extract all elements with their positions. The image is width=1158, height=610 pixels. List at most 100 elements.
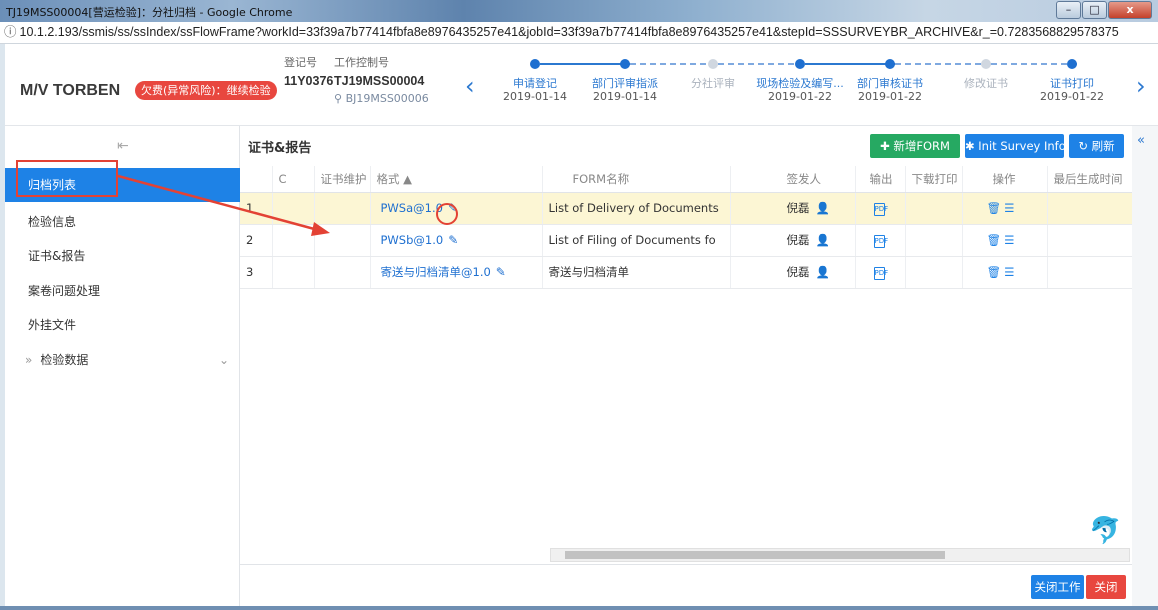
close-window-button[interactable]: x bbox=[1108, 1, 1152, 19]
format-link[interactable]: PWSb@1.0 bbox=[381, 233, 444, 247]
url-text[interactable]: 10.1.2.193/ssmis/ss/ssIndex/ssFlowFrame?… bbox=[20, 25, 1119, 39]
step-dot[interactable] bbox=[530, 59, 540, 69]
step-dot[interactable] bbox=[981, 59, 991, 69]
ops-cell: 🗑☰ bbox=[962, 224, 1048, 257]
main-content: 证书&报告 ✚ 新增FORM ✱ Init Survey Info ↻ 刷新 C… bbox=[240, 126, 1133, 606]
sidebar-item-inspection-data[interactable]: » 检验数据 ⌄ bbox=[5, 343, 240, 377]
link-icon: ⚲ bbox=[334, 92, 346, 105]
row-number: 3 bbox=[240, 256, 273, 289]
sidebar-item-cert-report[interactable]: 证书&报告 bbox=[5, 239, 240, 273]
add-user-icon[interactable]: 👤 bbox=[816, 201, 830, 215]
step-dot[interactable] bbox=[885, 59, 895, 69]
job-header: M/V TORBEN 欠费(异常风险)：继续检验 登记号 11Y0376 工作控… bbox=[5, 44, 1158, 126]
output-cell: PDF bbox=[855, 256, 906, 289]
dolphin-icon[interactable]: 🐬 bbox=[1089, 516, 1121, 546]
step-label[interactable]: 证书打印 bbox=[1022, 75, 1122, 91]
col-header-form-name[interactable]: FORM名称 bbox=[542, 166, 731, 193]
step-connector bbox=[805, 63, 895, 65]
step-dot[interactable] bbox=[620, 59, 630, 69]
col-header-ops: 操作 bbox=[962, 166, 1048, 193]
forms-table: C 证书维护 格式 ▲ FORM名称 签发人 输出 下载打印 操作 最后生成时间… bbox=[240, 166, 1133, 289]
job-sub-value: BJ19MSS00006 bbox=[345, 92, 429, 105]
info-icon[interactable]: ⓘ bbox=[4, 22, 17, 43]
minimize-button[interactable]: – bbox=[1056, 1, 1081, 19]
scroll-thumb[interactable] bbox=[565, 551, 945, 559]
download-cell bbox=[905, 192, 963, 225]
chevron-down-icon: ⌄ bbox=[219, 353, 230, 367]
step-date: 2019-01-22 bbox=[858, 90, 922, 103]
table-row[interactable]: 2 PWSb@1.0 ✎ List of Filing of Documents fo… bbox=[240, 224, 1133, 257]
step-dot[interactable] bbox=[795, 59, 805, 69]
download-cell bbox=[905, 256, 963, 289]
maximize-button[interactable]: □ bbox=[1082, 1, 1107, 19]
refresh-button[interactable]: ↻ 刷新 bbox=[1069, 134, 1124, 158]
edit-icon[interactable]: ✎ bbox=[496, 265, 506, 279]
col-header-output[interactable]: 输出 bbox=[855, 166, 906, 193]
step-date: 2019-01-14 bbox=[593, 90, 657, 103]
prev-step-arrow[interactable]: ‹ bbox=[465, 72, 475, 100]
pdf-icon[interactable]: PDF bbox=[873, 235, 888, 248]
signer-cell: 倪磊 👤 bbox=[730, 224, 856, 257]
sidebar-item-attachments[interactable]: 外挂文件 bbox=[5, 308, 240, 342]
pdf-icon[interactable]: PDF bbox=[873, 203, 888, 216]
c-cell bbox=[272, 224, 315, 257]
col-header-last-time[interactable]: 最后生成时间 bbox=[1047, 166, 1133, 193]
pdf-icon[interactable]: PDF bbox=[873, 267, 888, 280]
col-header-download[interactable]: 下载打印 bbox=[905, 166, 963, 193]
sidebar-item-file-issues[interactable]: 案卷问题处理 bbox=[5, 274, 240, 308]
step-connector bbox=[718, 63, 805, 65]
edit-icon[interactable]: ✎ bbox=[448, 233, 458, 247]
sidebar-item-label: 案卷问题处理 bbox=[28, 284, 101, 298]
step-label[interactable]: 修改证书 bbox=[936, 75, 1036, 91]
address-bar[interactable]: ⓘ 10.1.2.193/ssmis/ss/ssIndex/ssFlowFrame… bbox=[0, 22, 1158, 44]
taskbar bbox=[0, 606, 1158, 610]
expand-icon: » bbox=[25, 353, 33, 367]
col-header-c[interactable]: C bbox=[272, 166, 315, 193]
job-label: 工作控制号 bbox=[334, 56, 389, 69]
last-time-cell bbox=[1047, 192, 1133, 225]
format-link[interactable]: 寄送与归档清单@1.0 bbox=[381, 265, 491, 279]
step-label[interactable]: 申请登记 bbox=[485, 75, 585, 91]
add-form-button[interactable]: ✚ 新增FORM bbox=[870, 134, 960, 158]
sidebar-item-label: 检验数据 bbox=[40, 353, 89, 367]
delete-list-icons[interactable]: 🗑☰ bbox=[987, 265, 1018, 279]
step-label[interactable]: 部门评审指派 bbox=[575, 75, 675, 91]
footer-bar: 关闭工作 关闭 bbox=[240, 564, 1132, 606]
table-row[interactable]: 1 PWSa@1.0 ✎ List of Delivery of Documents 倪… bbox=[240, 192, 1133, 225]
init-survey-info-button[interactable]: ✱ Init Survey Info bbox=[965, 134, 1066, 158]
sidebar-item-inspection-info[interactable]: 检验信息 bbox=[5, 205, 240, 239]
add-user-icon[interactable]: 👤 bbox=[816, 265, 830, 279]
step-label[interactable]: 分社评审 bbox=[663, 75, 763, 91]
step-dot[interactable] bbox=[1067, 59, 1077, 69]
risk-badge: 欠费(异常风险)：继续检验 bbox=[135, 81, 277, 100]
step-date: 2019-01-22 bbox=[768, 90, 832, 103]
format-link[interactable]: PWSa@1.0 bbox=[381, 201, 443, 215]
col-header-signer[interactable]: 签发人 bbox=[730, 166, 856, 193]
sidebar-item-label: 外挂文件 bbox=[28, 318, 77, 332]
cert-maint-cell bbox=[314, 192, 371, 225]
cert-maint-cell bbox=[314, 224, 371, 257]
step-label[interactable]: 部门审核证书 bbox=[840, 75, 940, 91]
signer-name: 倪磊 bbox=[786, 265, 810, 279]
step-label[interactable]: 现场检验及编写... bbox=[750, 75, 850, 91]
delete-list-icons[interactable]: 🗑☰ bbox=[987, 201, 1018, 215]
ops-cell: 🗑☰ bbox=[962, 192, 1048, 225]
page-title: 证书&报告 bbox=[248, 141, 312, 156]
collapse-sidebar-icon[interactable]: ⇤ bbox=[117, 138, 129, 154]
last-time-cell bbox=[1047, 256, 1133, 289]
format-cell: 寄送与归档清单@1.0 ✎ bbox=[370, 256, 543, 289]
add-user-icon[interactable]: 👤 bbox=[816, 233, 830, 247]
next-step-arrow[interactable]: › bbox=[1136, 72, 1146, 100]
step-connector bbox=[895, 63, 991, 65]
close-work-button[interactable]: 关闭工作 bbox=[1031, 575, 1084, 599]
step-dot[interactable] bbox=[708, 59, 718, 69]
collapse-right-icon[interactable]: « bbox=[1137, 133, 1145, 148]
col-header-format[interactable]: 格式 ▲ bbox=[370, 166, 543, 193]
ops-cell: 🗑☰ bbox=[962, 256, 1048, 289]
close-button[interactable]: 关闭 bbox=[1086, 575, 1126, 599]
col-header-cert-maint[interactable]: 证书维护 bbox=[314, 166, 371, 193]
step-connector bbox=[630, 63, 718, 65]
horizontal-scrollbar[interactable] bbox=[550, 548, 1130, 562]
table-row[interactable]: 3 寄送与归档清单@1.0 ✎ 寄送与归档清单 倪磊 👤 PDF 🗑☰ bbox=[240, 256, 1133, 289]
delete-list-icons[interactable]: 🗑☰ bbox=[987, 233, 1018, 247]
